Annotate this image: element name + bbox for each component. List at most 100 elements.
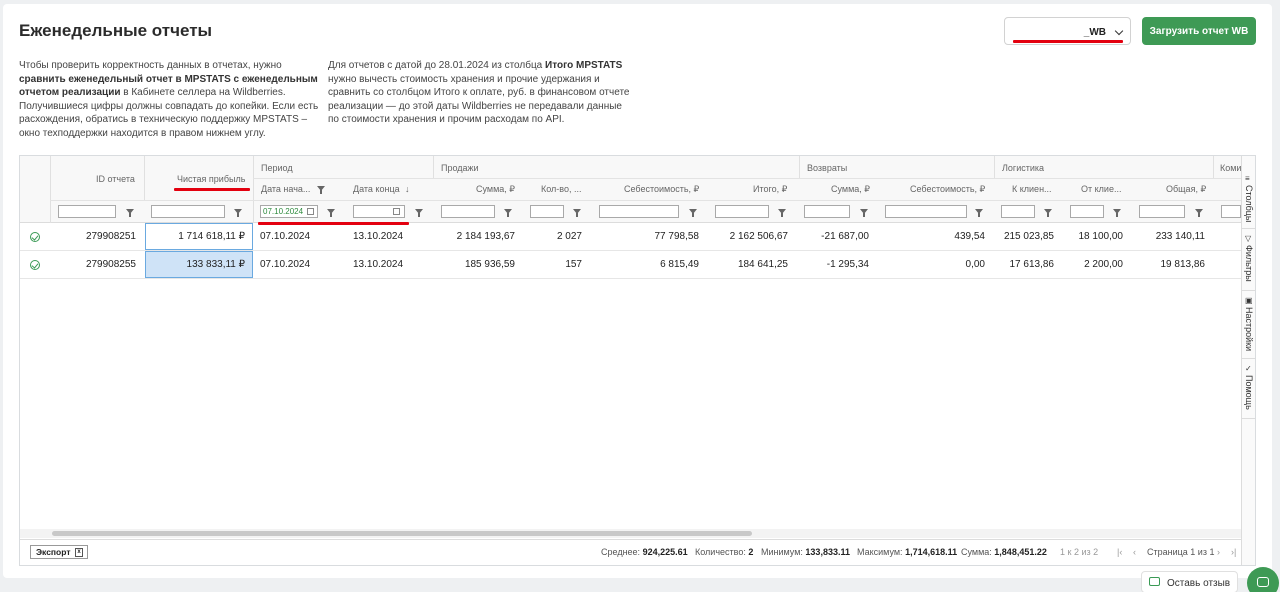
table-row[interactable]: 279908255 133 833,11 ₽ 07.10.2024 13.10.…: [20, 251, 1241, 279]
filter-input-ret-sum[interactable]: [804, 205, 850, 218]
col-header-log-to[interactable]: К клиен...: [1012, 184, 1052, 194]
side-tab-label: Столбцы: [1244, 185, 1254, 223]
side-tab-label: Настройки: [1244, 307, 1254, 352]
filter-icon[interactable]: [778, 209, 786, 217]
stat-label: Количество:: [695, 547, 746, 557]
col-header-ret-cost[interactable]: Себестоимость, ₽: [910, 184, 985, 195]
stat-average: Среднее: 924,225.61: [601, 547, 688, 557]
filter-icon[interactable]: [327, 209, 335, 217]
stat-value: 1,848,451.22: [994, 547, 1047, 557]
cell-log-to: 215 023,85: [1003, 231, 1054, 242]
group-commission: Коми: [1220, 163, 1241, 173]
stat-label: Сумма:: [961, 547, 992, 557]
excel-icon: x: [75, 548, 83, 557]
support-chat-button[interactable]: [1247, 567, 1279, 592]
cell-profit[interactable]: 1 714 618,11 ₽: [150, 223, 245, 250]
desc-right-bold: Итого MPSTATS: [545, 60, 623, 71]
filter-input-sales-qty[interactable]: [530, 205, 564, 218]
filter-input-sales-sum[interactable]: [441, 205, 495, 218]
filter-input-profit[interactable]: [151, 205, 225, 218]
stat-sum: Сумма: 1,848,451.22: [961, 547, 1047, 557]
col-header-ret-sum[interactable]: Сумма, ₽: [831, 184, 870, 195]
cell-log-total: 233 140,11: [1155, 231, 1205, 242]
side-tab-settings[interactable]: ▣ Настройки: [1242, 293, 1255, 359]
calendar-icon[interactable]: [393, 208, 400, 215]
grid-status-bar: Экспорт x Среднее: 924,225.61 Количество:…: [20, 539, 1241, 565]
side-tab-filters[interactable]: ▽ Фильтры: [1242, 231, 1255, 291]
col-header-sales-sum[interactable]: Сумма, ₽: [476, 184, 515, 195]
filter-input-ret-cost[interactable]: [885, 205, 967, 218]
filter-icon[interactable]: [317, 186, 325, 194]
cell-ret-cost: 439,54: [954, 231, 985, 242]
first-page-icon[interactable]: |‹: [1117, 547, 1122, 557]
filter-icon: ▽: [1245, 234, 1252, 243]
horizontal-scrollbar-thumb[interactable]: [52, 531, 752, 536]
filter-icon[interactable]: [573, 209, 581, 217]
sort-desc-icon[interactable]: ↓: [405, 184, 410, 194]
upload-report-button[interactable]: Загрузить отчет WB: [1142, 17, 1256, 45]
col-header-profit[interactable]: Чистая прибыль: [177, 174, 245, 184]
col-header-id[interactable]: ID отчета: [96, 174, 135, 184]
cell-date-end: 13.10.2024: [353, 231, 404, 242]
filter-icon[interactable]: [860, 209, 868, 217]
filter-icon[interactable]: [1195, 209, 1203, 217]
group-logistics: Логистика: [1002, 163, 1045, 173]
table-row[interactable]: 279908251 1 714 618,11 ₽ 07.10.2024 13.1…: [20, 223, 1241, 251]
side-tab-columns[interactable]: ≡ Столбцы: [1242, 171, 1255, 229]
col-header-date-end[interactable]: Дата конца: [353, 184, 400, 194]
filter-input-commission[interactable]: [1221, 205, 1241, 218]
export-label: Экспорт: [36, 547, 71, 557]
filter-input-sales-cost[interactable]: [599, 205, 679, 218]
cell-sales-cost: 77 798,58: [654, 231, 700, 242]
filter-input-id[interactable]: [58, 205, 116, 218]
cell-log-from: 18 100,00: [1078, 231, 1124, 242]
description-right: Для отчетов с датой до 28.01.2024 из сто…: [328, 59, 633, 127]
filter-icon[interactable]: [1044, 209, 1052, 217]
group-returns: Возвраты: [807, 163, 848, 173]
stat-value: 133,833.11: [805, 547, 850, 557]
col-header-date-start[interactable]: Дата нача...: [261, 184, 310, 194]
col-header-sales-total[interactable]: Итого, ₽: [753, 184, 787, 195]
chat-bubble-icon: [1149, 577, 1160, 586]
check-circle-icon: [30, 260, 40, 270]
filter-icon[interactable]: [504, 209, 512, 217]
side-tab-help[interactable]: ✓ Помощь: [1242, 361, 1255, 419]
group-period: Период: [261, 163, 293, 173]
stat-min: Минимум: 133,833.11: [761, 547, 850, 557]
desc-right-text-1: Для отчетов с датой до 28.01.2024 из сто…: [328, 60, 546, 71]
filter-input-sales-total[interactable]: [715, 205, 769, 218]
reports-grid: Период Продажи Возвраты Логистика Коми I…: [19, 155, 1256, 566]
calendar-icon[interactable]: [307, 208, 314, 215]
cell-log-from: 2 200,00: [1084, 259, 1123, 270]
col-header-sales-qty[interactable]: Кол-во, ...: [541, 184, 582, 194]
filter-icon[interactable]: [1113, 209, 1121, 217]
page-container: Еженедельные отчеты Чтобы проверить корр…: [3, 4, 1272, 578]
chevron-down-icon: [1114, 26, 1124, 36]
description-left: Чтобы проверить корректность данных в от…: [19, 59, 319, 141]
filter-icon[interactable]: [689, 209, 697, 217]
filter-icon[interactable]: [975, 209, 983, 217]
side-tab-label: Помощь: [1244, 375, 1254, 410]
col-header-sales-cost[interactable]: Себестоимость, ₽: [624, 184, 699, 195]
filter-input-log-from[interactable]: [1070, 205, 1104, 218]
filter-icon[interactable]: [234, 209, 242, 217]
cell-sales-cost: 6 815,49: [660, 259, 699, 270]
cell-sales-sum: 185 936,59: [464, 259, 515, 270]
col-header-log-from[interactable]: От клие...: [1081, 184, 1121, 194]
prev-page-icon[interactable]: ‹: [1133, 547, 1136, 557]
col-header-log-total[interactable]: Общая, ₽: [1166, 184, 1206, 195]
filter-icon[interactable]: [415, 209, 423, 217]
cell-profit[interactable]: 133 833,11 ₽: [150, 251, 245, 278]
cell-sales-total: 2 162 506,67: [729, 231, 788, 242]
last-page-icon[interactable]: ›|: [1231, 547, 1236, 557]
stat-count: Количество: 2: [695, 547, 753, 557]
next-page-icon[interactable]: ›: [1217, 547, 1220, 557]
filter-input-log-to[interactable]: [1001, 205, 1035, 218]
filter-input-log-total[interactable]: [1139, 205, 1185, 218]
account-select-value: _WB: [1083, 27, 1106, 38]
stat-label: Среднее:: [601, 547, 641, 557]
filter-icon[interactable]: [126, 209, 134, 217]
feedback-button[interactable]: Оставь отзыв: [1141, 571, 1238, 592]
export-button[interactable]: Экспорт x: [30, 545, 88, 559]
check-circle-icon: [30, 232, 40, 242]
